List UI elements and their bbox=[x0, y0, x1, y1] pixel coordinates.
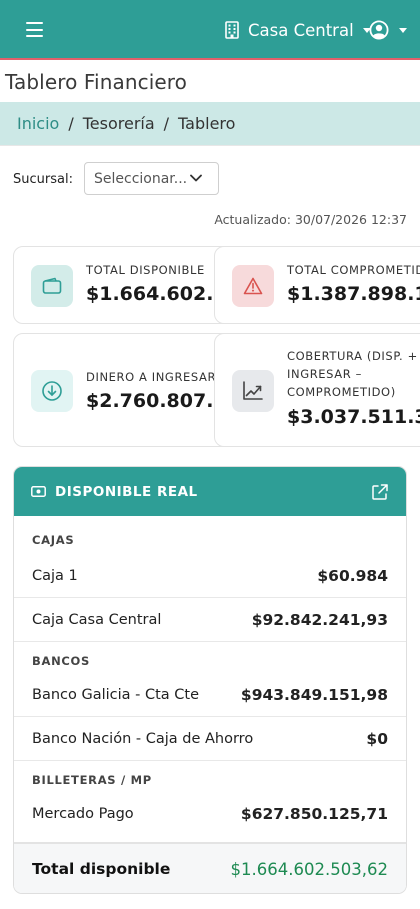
account-amount: $0 bbox=[366, 729, 388, 748]
account-name: Mercado Pago bbox=[32, 806, 134, 822]
branch-filter-value: Seleccionar... bbox=[94, 170, 188, 187]
stat-card-total-comprometido: TOTAL COMPROMETIDO $1.387.898.196,46 bbox=[214, 246, 420, 324]
account-name: Banco Galicia - Cta Cte bbox=[32, 686, 200, 703]
stat-label: COBERTURA (DISP. + A bbox=[287, 349, 420, 363]
account-amount: $943.849.151,98 bbox=[240, 685, 388, 704]
download-circle-icon bbox=[31, 370, 73, 412]
total-amount: $1.664.602.503,62 bbox=[230, 859, 388, 879]
list-item: Caja Casa Central $92.842.241,93 bbox=[14, 598, 406, 642]
top-navbar: Casa Central bbox=[0, 0, 420, 60]
list-item: Mercado Pago $627.850.125,71 bbox=[14, 792, 406, 836]
stat-label: INGRESAR – bbox=[287, 367, 362, 381]
section-label-billeteras: BILLETERAS / MP bbox=[32, 773, 152, 787]
hamburger-icon[interactable] bbox=[26, 22, 43, 37]
breadcrumb-separator: / bbox=[68, 114, 74, 133]
list-item: Banco Galicia - Cta Cte $943.849.151,98 bbox=[14, 673, 406, 717]
stat-label: TOTAL DISPONIBLE bbox=[86, 263, 205, 277]
breadcrumb-separator: / bbox=[163, 114, 170, 133]
breadcrumb-item-tesoreria: Tesorería bbox=[82, 114, 155, 133]
disponible-real-card: DISPONIBLE REAL CAJAS Caja 1 $60.984 Caj… bbox=[13, 466, 407, 894]
chevron-down-icon bbox=[399, 27, 407, 33]
list-item: Banco Nación - Caja de Ahorro $0 bbox=[14, 717, 406, 761]
cash-icon bbox=[31, 486, 46, 497]
card-header: DISPONIBLE REAL bbox=[14, 467, 406, 516]
stat-label: DINERO A INGRESAR bbox=[86, 370, 217, 384]
total-row: Total disponible $1.664.602.503,62 bbox=[14, 842, 406, 893]
page-title: Tablero Financiero bbox=[5, 70, 187, 94]
section-label-cajas: CAJAS bbox=[32, 533, 75, 547]
total-label: Total disponible bbox=[32, 860, 171, 878]
last-updated-text: Actualizado: 30/07/2026 12:37 bbox=[214, 212, 407, 227]
stat-value: $1.664.602.503,62 bbox=[86, 283, 232, 305]
stat-value: $3.037.511.389,96 bbox=[287, 406, 420, 428]
user-circle-icon bbox=[369, 20, 389, 40]
chevron-down-icon bbox=[190, 174, 202, 182]
stat-label: COMPROMETIDO) bbox=[287, 385, 396, 399]
account-name: Caja 1 bbox=[32, 567, 78, 584]
branch-filter-label: Sucursal: bbox=[13, 172, 73, 187]
stat-value: $2.760.807.084,80 bbox=[86, 390, 232, 412]
list-item: Caja 1 $60.984 bbox=[14, 554, 406, 598]
branch-filter-select[interactable]: Seleccionar... bbox=[84, 162, 219, 195]
branch-name: Casa Central bbox=[248, 20, 354, 40]
user-menu[interactable] bbox=[369, 19, 407, 41]
stat-value: $1.387.898.196,46 bbox=[287, 283, 420, 305]
building-icon bbox=[225, 21, 239, 39]
account-name: Banco Nación - Caja de Ahorro bbox=[32, 730, 254, 747]
warning-triangle-icon bbox=[232, 265, 274, 307]
account-amount: $92.842.241,93 bbox=[251, 610, 388, 629]
breadcrumb-link-inicio[interactable]: Inicio bbox=[17, 114, 59, 133]
stat-label: TOTAL COMPROMETIDO bbox=[287, 263, 420, 277]
stat-card-cobertura: COBERTURA (DISP. + A INGRESAR – COMPROME… bbox=[214, 333, 420, 447]
chart-line-icon bbox=[232, 370, 274, 412]
account-amount: $60.984 bbox=[317, 566, 388, 585]
stat-card-dinero-a-ingresar: DINERO A INGRESAR $2.760.807.084,80 bbox=[13, 333, 233, 447]
section-label-bancos: BANCOS bbox=[32, 654, 90, 668]
account-name: Caja Casa Central bbox=[32, 611, 162, 628]
card-title: DISPONIBLE REAL bbox=[55, 483, 198, 500]
breadcrumb: Inicio / Tesorería / Tablero bbox=[0, 102, 420, 146]
external-link-icon[interactable] bbox=[371, 483, 389, 501]
stat-card-total-disponible: TOTAL DISPONIBLE $1.664.602.503,62 bbox=[13, 246, 233, 324]
wallet-icon bbox=[31, 265, 73, 307]
branch-selector[interactable]: Casa Central bbox=[224, 18, 371, 42]
account-amount: $627.850.125,71 bbox=[240, 805, 388, 823]
breadcrumb-item-tablero: Tablero bbox=[178, 114, 236, 133]
